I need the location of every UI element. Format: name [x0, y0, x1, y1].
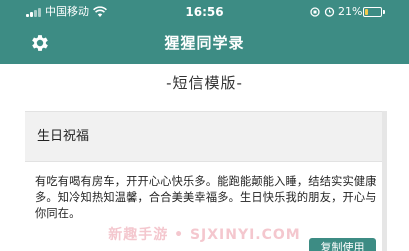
alarm-icon	[324, 7, 335, 17]
battery-tip	[383, 10, 385, 14]
orientation-lock-icon	[310, 7, 320, 17]
battery-fill	[365, 9, 368, 15]
app-header: 中国移动 16:56 21% 猩猩同学录	[0, 0, 409, 64]
battery-icon	[363, 7, 382, 17]
card-title: 生日祝福	[37, 129, 90, 144]
card-body-text: 有吃有喝有房车，开开心心快乐多。能跑能颠能入睡，结结实实健康多。知冷知热知温馨，…	[35, 175, 377, 220]
nav-bar: 猩猩同学录	[0, 24, 409, 64]
status-bar: 中国移动 16:56 21%	[0, 0, 409, 24]
battery-percent: 21%	[338, 5, 363, 18]
app-screen: 中国移动 16:56 21% 猩猩同学录 -短信模版- 生日祝福 有吃有喝有房车…	[0, 0, 409, 251]
page-title: -短信模版-	[166, 74, 243, 92]
copy-button[interactable]: 复制使用	[309, 238, 376, 251]
app-title: 猩猩同学录	[164, 34, 245, 52]
card-header: 生日祝福	[25, 111, 382, 162]
